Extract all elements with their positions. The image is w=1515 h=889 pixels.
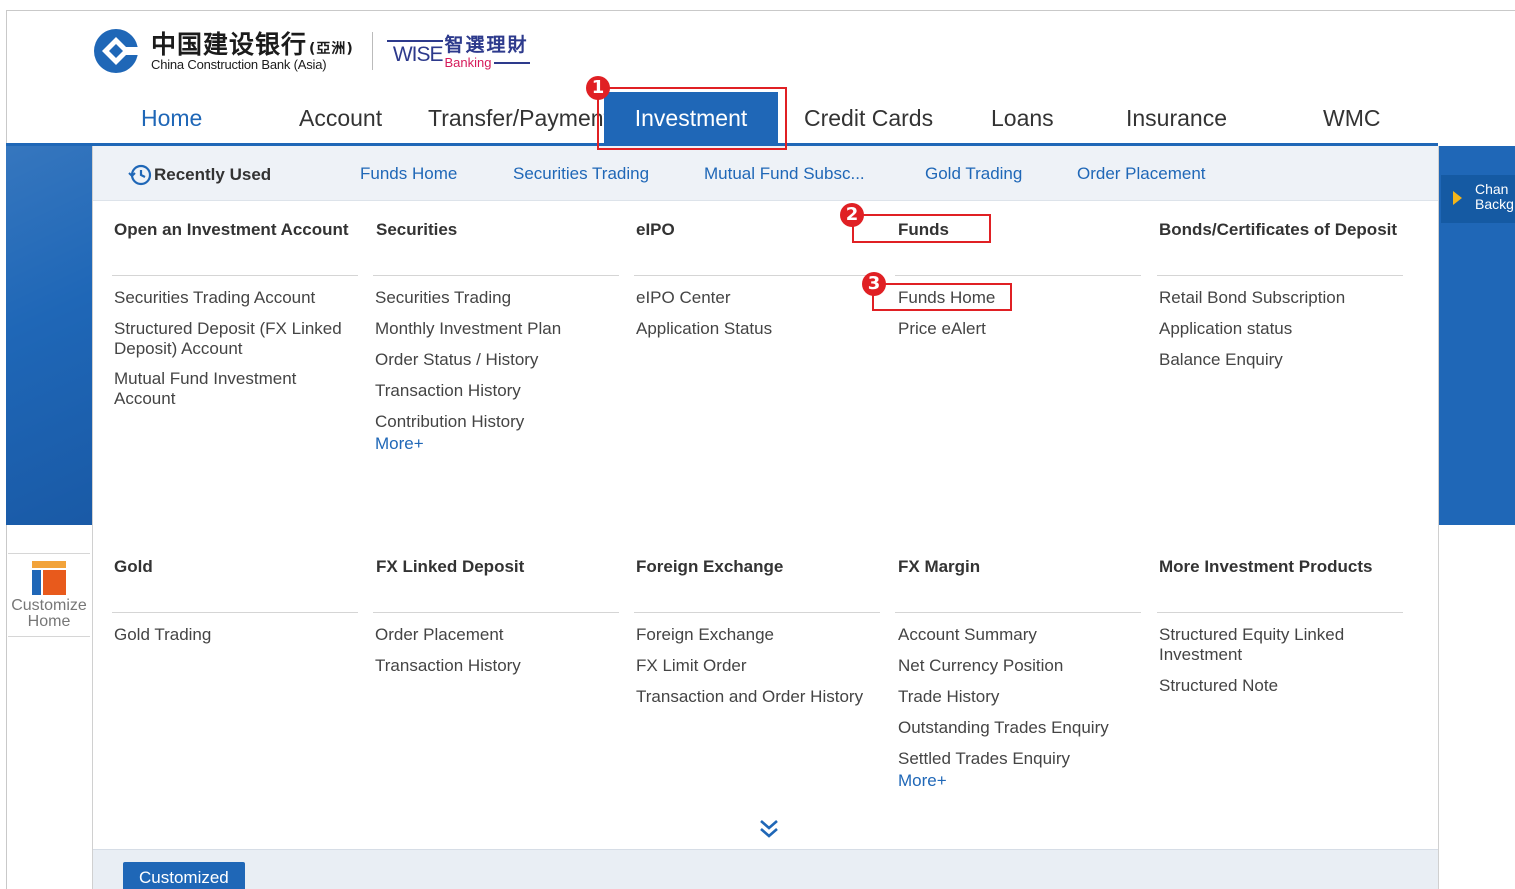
heading-foreign-exchange[interactable]: Foreign Exchange	[636, 557, 783, 577]
link-gold-trading[interactable]: Gold Trading	[114, 625, 211, 645]
investment-mega-menu: Recently Used Funds Home Securities Trad…	[92, 146, 1439, 889]
recently-used-bar: Recently Used Funds Home Securities Trad…	[93, 146, 1438, 201]
heading-eipo[interactable]: eIPO	[636, 220, 675, 240]
wise-banking-word: Banking	[444, 55, 530, 70]
heading-gold[interactable]: Gold	[114, 557, 153, 577]
link-mutual-fund-investment-account[interactable]: Mutual Fund Investment Account	[114, 369, 324, 409]
recent-link-gold-trading[interactable]: Gold Trading	[925, 164, 1022, 184]
link-price-ealert[interactable]: Price eAlert	[898, 319, 986, 339]
recent-link-order-placement[interactable]: Order Placement	[1077, 164, 1206, 184]
ccb-logo-icon	[94, 29, 139, 73]
step-badge-3: 3	[862, 272, 886, 296]
nav-insurance[interactable]: Insurance	[1126, 92, 1227, 143]
recent-link-funds-home[interactable]: Funds Home	[360, 164, 457, 184]
nav-wmc[interactable]: WMC	[1323, 92, 1380, 143]
heading-securities[interactable]: Securities	[376, 220, 457, 240]
bank-chinese-name: 中国建设银行	[151, 29, 308, 59]
column-divider	[634, 612, 880, 613]
column-divider	[895, 612, 1141, 613]
link-securities-trading[interactable]: Securities Trading	[375, 288, 511, 308]
double-chevron-down-icon[interactable]	[758, 818, 780, 840]
link-order-status-history[interactable]: Order Status / History	[375, 350, 538, 370]
link-structured-deposit-account[interactable]: Structured Deposit (FX Linked Deposit) A…	[114, 319, 354, 359]
heading-bonds-cd[interactable]: Bonds/Certificates of Deposit	[1159, 220, 1397, 240]
customized-button[interactable]: Customized	[123, 862, 245, 889]
nav-transfer-payment[interactable]: Transfer/Payment	[428, 92, 610, 143]
bank-english-name: China Construction Bank (Asia)	[151, 56, 327, 72]
link-retail-bond-subscription[interactable]: Retail Bond Subscription	[1159, 288, 1345, 308]
nav-credit-cards[interactable]: Credit Cards	[804, 92, 933, 143]
link-monthly-investment-plan[interactable]: Monthly Investment Plan	[375, 319, 561, 339]
customize-label-line1: Customize	[11, 597, 87, 614]
link-balance-enquiry[interactable]: Balance Enquiry	[1159, 350, 1283, 370]
wise-word: WISE	[386, 40, 443, 66]
link-outstanding-trades-enquiry[interactable]: Outstanding Trades Enquiry	[898, 718, 1109, 738]
link-securities-more[interactable]: More+	[375, 434, 424, 454]
recently-used-label: Recently Used	[154, 165, 272, 184]
heading-more-investment-products[interactable]: More Investment Products	[1159, 557, 1373, 577]
highlight-investment-nav	[597, 87, 787, 150]
column-divider	[1157, 275, 1403, 276]
column-divider	[112, 612, 358, 613]
customize-home-button[interactable]: Customize Home	[8, 553, 90, 637]
change-background-button[interactable]: Chan Backg	[1441, 175, 1515, 223]
link-net-currency-position[interactable]: Net Currency Position	[898, 656, 1063, 676]
step-badge-1: 1	[586, 76, 610, 100]
link-securities-trading-account[interactable]: Securities Trading Account	[114, 288, 354, 308]
wise-banking-logo: WISE 智選理財 Banking	[386, 30, 531, 72]
column-divider	[373, 275, 619, 276]
nav-home[interactable]: Home	[141, 92, 202, 143]
left-banner	[6, 146, 92, 525]
bank-name: 中国建设银行 (亞洲) China Construction Bank (Asia…	[151, 32, 354, 71]
highlight-funds-home-link	[872, 283, 1012, 311]
recent-link-securities-trading[interactable]: Securities Trading	[513, 164, 649, 184]
change-label-line2: Backg	[1475, 196, 1514, 212]
link-settled-trades-enquiry[interactable]: Settled Trades Enquiry	[898, 749, 1070, 769]
bank-logo[interactable]: 中国建设银行 (亞洲) China Construction Bank (Asia…	[93, 27, 530, 75]
link-fx-order-placement[interactable]: Order Placement	[375, 625, 504, 645]
link-account-summary[interactable]: Account Summary	[898, 625, 1037, 645]
link-bond-application-status[interactable]: Application status	[1159, 319, 1292, 339]
highlight-funds-heading	[852, 214, 991, 243]
link-fx-transaction-history[interactable]: Transaction History	[375, 656, 521, 676]
link-contribution-history[interactable]: Contribution History	[375, 412, 524, 432]
heading-open-investment-account[interactable]: Open an Investment Account	[114, 220, 349, 240]
bank-chinese-suffix: (亞洲)	[309, 40, 354, 57]
column-divider	[895, 275, 1141, 276]
wise-chinese: 智選理財	[444, 34, 529, 56]
link-trade-history[interactable]: Trade History	[898, 687, 999, 707]
link-structured-equity-linked[interactable]: Structured Equity Linked Investment	[1159, 625, 1369, 665]
nav-account[interactable]: Account	[299, 92, 382, 143]
step-badge-2: 2	[840, 203, 864, 227]
nav-loans[interactable]: Loans	[991, 92, 1054, 143]
change-label-line1: Chan	[1475, 181, 1509, 197]
link-fx-margin-more[interactable]: More+	[898, 771, 947, 791]
customize-label-line2: Home	[27, 613, 71, 630]
link-transaction-history[interactable]: Transaction History	[375, 381, 521, 401]
column-divider	[634, 275, 880, 276]
heading-fx-linked-deposit[interactable]: FX Linked Deposit	[376, 557, 524, 577]
recent-link-mutual-fund[interactable]: Mutual Fund Subsc...	[704, 164, 865, 184]
link-transaction-order-history[interactable]: Transaction and Order History	[636, 687, 863, 707]
link-eipo-application-status[interactable]: Application Status	[636, 319, 772, 339]
heading-fx-margin[interactable]: FX Margin	[898, 557, 980, 577]
column-divider	[373, 612, 619, 613]
logo-divider	[371, 32, 373, 70]
link-eipo-center[interactable]: eIPO Center	[636, 288, 731, 308]
play-arrow-icon	[1453, 191, 1462, 205]
customize-icon	[32, 561, 66, 595]
column-divider	[112, 275, 358, 276]
link-fx-limit-order[interactable]: FX Limit Order	[636, 656, 747, 676]
bottom-bar: Customized	[93, 849, 1438, 889]
link-foreign-exchange[interactable]: Foreign Exchange	[636, 625, 774, 645]
column-divider	[1157, 612, 1403, 613]
history-clock-icon	[128, 164, 152, 186]
link-structured-note[interactable]: Structured Note	[1159, 676, 1278, 696]
